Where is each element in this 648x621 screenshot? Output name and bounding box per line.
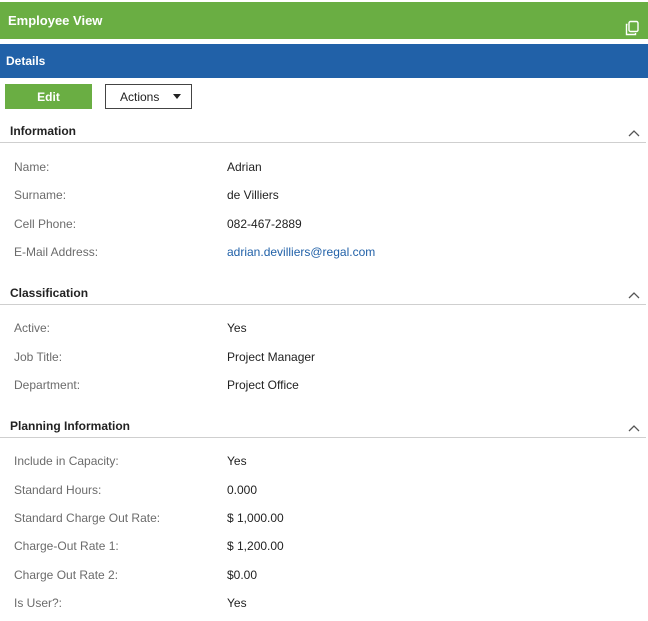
field-value: 0.000 — [227, 483, 258, 497]
page-title: Employee View — [8, 13, 103, 28]
field-value: $ 1,000.00 — [227, 511, 284, 525]
section-title: Classification — [10, 286, 89, 300]
copy-icon[interactable] — [624, 13, 640, 36]
field-row-charge-out-rate-2: Charge Out Rate 2: $0.00 — [0, 568, 646, 586]
section-header-information[interactable]: Information — [0, 121, 646, 143]
field-label: Include in Capacity: — [14, 454, 119, 468]
field-value: de Villiers — [227, 188, 279, 202]
chevron-up-icon[interactable] — [628, 421, 640, 432]
field-label: Active: — [14, 321, 51, 335]
field-label: Surname: — [14, 188, 67, 202]
actions-label: Actions — [120, 89, 160, 104]
field-value: Adrian — [227, 160, 262, 174]
caret-down-icon — [173, 94, 181, 99]
field-row-email: E-Mail Address: adrian.devilliers@regal.… — [0, 245, 646, 263]
details-label: Details — [6, 54, 46, 68]
field-value: Yes — [227, 596, 247, 610]
field-label: Charge Out Rate 2: — [14, 568, 119, 582]
details-bar: Details — [0, 44, 648, 78]
field-label: Department: — [14, 378, 81, 392]
field-row-cell-phone: Cell Phone: 082-467-2889 — [0, 217, 646, 235]
field-row-is-user: Is User?: Yes — [0, 596, 646, 614]
field-label: Is User?: — [14, 596, 63, 610]
field-label: Name: — [14, 160, 50, 174]
field-row-charge-out-rate-1: Charge-Out Rate 1: $ 1,200.00 — [0, 539, 646, 557]
section-header-classification[interactable]: Classification — [0, 283, 646, 305]
section-title: Planning Information — [10, 419, 130, 433]
field-value: 082-467-2889 — [227, 217, 302, 231]
field-row-active: Active: Yes — [0, 321, 646, 339]
field-row-name: Name: Adrian — [0, 160, 646, 178]
field-label: Cell Phone: — [14, 217, 77, 231]
title-bar: Employee View — [0, 2, 648, 39]
section-title: Information — [10, 124, 76, 138]
edit-button[interactable]: Edit — [5, 84, 92, 109]
field-value: Project Manager — [227, 350, 316, 364]
field-value: Yes — [227, 321, 247, 335]
field-label: Job Title: — [14, 350, 63, 364]
field-value: Project Office — [227, 378, 299, 392]
field-row-job-title: Job Title: Project Manager — [0, 350, 646, 368]
field-value: $ 1,200.00 — [227, 539, 284, 553]
section-header-planning-information[interactable]: Planning Information — [0, 416, 646, 438]
field-row-surname: Surname: de Villiers — [0, 188, 646, 206]
email-link[interactable]: adrian.devilliers@regal.com — [227, 245, 375, 259]
field-label: E-Mail Address: — [14, 245, 99, 259]
field-row-standard-hours: Standard Hours: 0.000 — [0, 483, 646, 501]
field-label: Standard Charge Out Rate: — [14, 511, 161, 525]
field-label: Charge-Out Rate 1: — [14, 539, 119, 553]
field-value: Yes — [227, 454, 247, 468]
field-label: Standard Hours: — [14, 483, 102, 497]
field-row-standard-charge-out-rate: Standard Charge Out Rate: $ 1,000.00 — [0, 511, 646, 529]
actions-dropdown[interactable]: Actions — [105, 84, 192, 109]
chevron-up-icon[interactable] — [628, 288, 640, 299]
field-row-include-in-capacity: Include in Capacity: Yes — [0, 454, 646, 472]
field-row-department: Department: Project Office — [0, 378, 646, 396]
chevron-up-icon[interactable] — [628, 126, 640, 137]
field-value: $0.00 — [227, 568, 258, 582]
